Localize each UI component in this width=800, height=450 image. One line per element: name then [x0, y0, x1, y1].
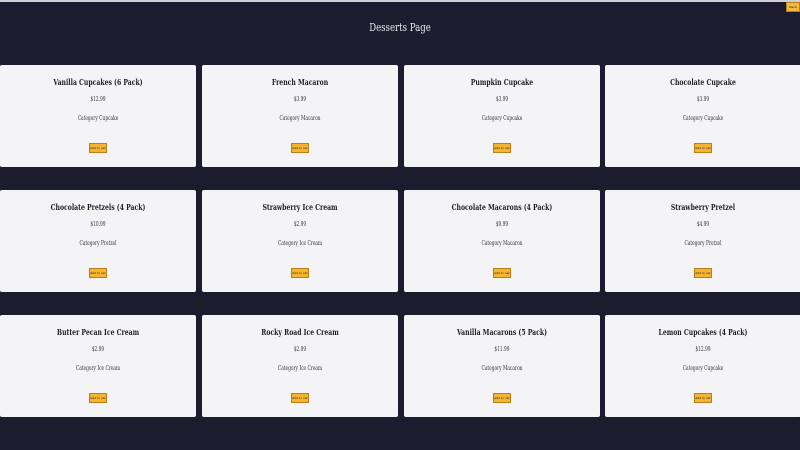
category-label: Category: [277, 365, 298, 372]
product-name: Vanilla Cupcakes (6 Pack): [53, 78, 143, 88]
product-name: Chocolate Pretzels (4 Pack): [50, 203, 146, 213]
category-value: Cupcake: [704, 115, 724, 122]
category-label: Category: [279, 115, 300, 122]
add-to-cart-button[interactable]: Add to cart: [291, 143, 309, 153]
product-card: Rocky Road Ice Cream $2.99 CategoryIce C…: [202, 315, 398, 417]
category-value: Cupcake: [704, 365, 724, 372]
product-price: $3.99: [696, 96, 710, 103]
page-title: Desserts Page: [369, 21, 431, 34]
product-card: Chocolate Macarons (4 Pack) $9.99 Catego…: [404, 190, 600, 292]
category-label: Category: [682, 115, 703, 122]
category-value: Macaron: [301, 115, 321, 122]
category-value: Pretzel: [101, 240, 117, 247]
product-category: CategoryIce Cream: [229, 240, 370, 247]
product-category: CategoryIce Cream: [27, 365, 168, 372]
category-value: Macaron: [503, 240, 523, 247]
product-price: $2.99: [293, 221, 307, 228]
product-card: Vanilla Cupcakes (6 Pack) $12.99 Categor…: [0, 65, 196, 167]
add-to-cart-button[interactable]: Add to cart: [493, 268, 511, 278]
product-card: Strawberry Ice Cream $2.99 CategoryIce C…: [202, 190, 398, 292]
add-to-cart-button[interactable]: Add to cart: [291, 268, 309, 278]
product-card: Lemon Cupcakes (4 Pack) $12.99 CategoryC…: [605, 315, 800, 417]
category-value: Cupcake: [503, 115, 523, 122]
product-card: Butter Pecan Ice Cream $2.99 CategoryIce…: [0, 315, 196, 417]
category-value: Ice Cream: [299, 240, 323, 247]
product-card: Chocolate Cupcake $3.99 CategoryCupcake …: [605, 65, 800, 167]
add-to-cart-button[interactable]: Add to cart: [89, 393, 107, 403]
category-label: Category: [481, 240, 502, 247]
add-to-cart-button[interactable]: Add to cart: [694, 143, 712, 153]
product-name: Chocolate Macarons (4 Pack): [451, 203, 553, 213]
product-price: $10.99: [90, 221, 106, 228]
product-name: Rocky Road Ice Cream: [261, 328, 339, 338]
product-category: CategoryCupcake: [27, 115, 168, 122]
product-card: Vanilla Macarons (5 Pack) $11.99 Categor…: [404, 315, 600, 417]
product-name: Chocolate Cupcake: [670, 78, 736, 88]
category-label: Category: [684, 240, 705, 247]
category-label: Category: [75, 365, 96, 372]
product-price: $2.99: [91, 346, 105, 353]
product-category: CategoryCupcake: [632, 115, 773, 122]
product-name: Strawberry Pretzel: [670, 203, 736, 213]
add-to-cart-button[interactable]: Add to cart: [291, 393, 309, 403]
add-to-cart-button[interactable]: Add to cart: [89, 143, 107, 153]
product-price: $3.99: [293, 96, 307, 103]
category-label: Category: [481, 115, 502, 122]
product-name: French Macaron: [271, 78, 329, 88]
product-name: Strawberry Ice Cream: [262, 203, 338, 213]
add-to-cart-button[interactable]: Add to cart: [89, 268, 107, 278]
category-label: Category: [277, 240, 298, 247]
product-card: French Macaron $3.99 CategoryMacaron Add…: [202, 65, 398, 167]
product-card: Pumpkin Cupcake $3.99 CategoryCupcake Ad…: [404, 65, 600, 167]
product-name: Butter Pecan Ice Cream: [56, 328, 140, 338]
category-label: Category: [481, 365, 502, 372]
product-card: Chocolate Pretzels (4 Pack) $10.99 Categ…: [0, 190, 196, 292]
product-price: $9.99: [495, 221, 509, 228]
category-label: Category: [79, 240, 100, 247]
product-name: Vanilla Macarons (5 Pack): [457, 328, 547, 338]
category-label: Category: [77, 115, 98, 122]
product-category: CategoryMacaron: [431, 240, 572, 247]
product-category: CategoryCupcake: [632, 365, 773, 372]
product-price: $2.99: [293, 346, 307, 353]
product-price: $12.99: [695, 346, 711, 353]
back-button[interactable]: Back: [786, 2, 800, 12]
product-category: CategoryPretzel: [27, 240, 168, 247]
category-label: Category: [682, 365, 703, 372]
product-name: Pumpkin Cupcake: [470, 78, 534, 88]
add-to-cart-button[interactable]: Add to cart: [493, 143, 511, 153]
add-to-cart-button[interactable]: Add to cart: [694, 393, 712, 403]
category-value: Cupcake: [99, 115, 119, 122]
product-category: CategoryIce Cream: [229, 365, 370, 372]
product-category: CategoryMacaron: [229, 115, 370, 122]
category-value: Ice Cream: [97, 365, 121, 372]
product-category: CategoryMacaron: [431, 365, 572, 372]
product-card: Strawberry Pretzel $4.99 CategoryPretzel…: [605, 190, 800, 292]
product-name: Lemon Cupcakes (4 Pack): [658, 328, 748, 338]
product-price: $11.99: [494, 346, 510, 353]
product-category: CategoryPretzel: [632, 240, 773, 247]
product-category: CategoryCupcake: [431, 115, 572, 122]
product-price: $3.99: [495, 96, 509, 103]
category-value: Macaron: [503, 365, 523, 372]
category-value: Ice Cream: [299, 365, 323, 372]
product-price: $4.99: [696, 221, 710, 228]
add-to-cart-button[interactable]: Add to cart: [694, 268, 712, 278]
top-border: [0, 0, 800, 2]
category-value: Pretzel: [706, 240, 722, 247]
add-to-cart-button[interactable]: Add to cart: [493, 393, 511, 403]
product-price: $12.99: [90, 96, 106, 103]
